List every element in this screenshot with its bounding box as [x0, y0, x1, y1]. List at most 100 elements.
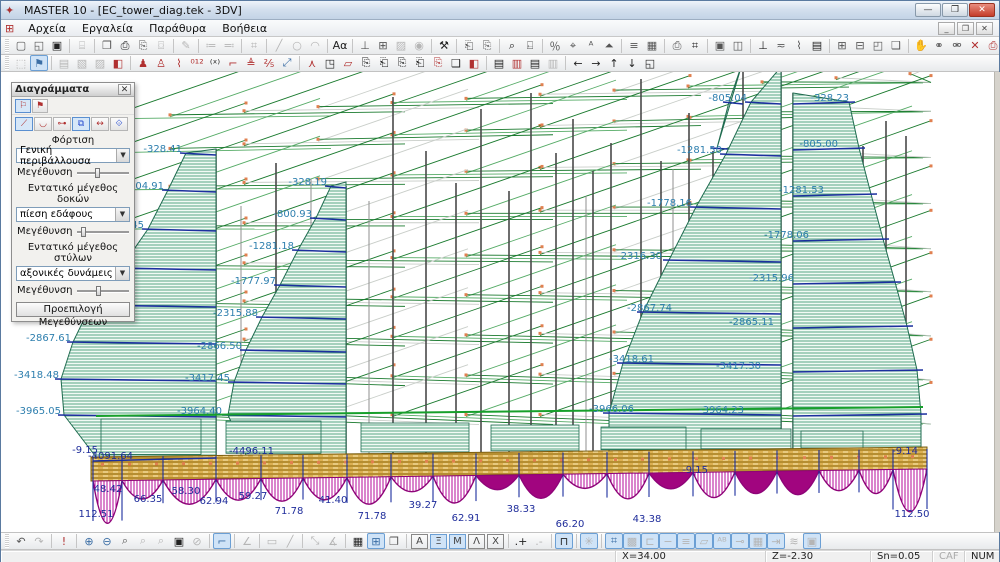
elt-tool-icon[interactable]: ⊞: [374, 38, 392, 54]
cube-red-icon[interactable]: ◧: [465, 55, 483, 71]
snap-wave-icon[interactable]: ≋: [785, 533, 803, 549]
zoom-window-icon[interactable]: ⌕: [116, 533, 134, 549]
open-file-icon[interactable]: ◱: [30, 38, 48, 54]
columns-zoom-slider[interactable]: [77, 287, 129, 295]
doc-edit-icon[interactable]: ⍇: [521, 38, 539, 54]
tools-hammer-icon[interactable]: ⚒: [435, 38, 453, 54]
loading-zoom-slider[interactable]: [77, 169, 129, 177]
menu-Παράθυρα[interactable]: Παράθυρα: [141, 21, 214, 36]
snap-edge-icon[interactable]: ⊏: [641, 533, 659, 549]
chart-shear-icon[interactable]: ▧: [73, 55, 91, 71]
diag-arrow-icon[interactable]: ↔: [91, 117, 109, 131]
chart-axial-icon[interactable]: ▨: [91, 55, 109, 71]
edit-pencil-icon[interactable]: ✎: [177, 38, 195, 54]
diag-combo-icon[interactable]: ⟐: [110, 117, 128, 131]
comment-icon[interactable]: ❑: [887, 38, 905, 54]
support-1-icon[interactable]: ⊥: [754, 38, 772, 54]
balloon-icon[interactable]: ❑: [447, 55, 465, 71]
support-3-icon[interactable]: ⌇: [790, 38, 808, 54]
beams-select[interactable]: πίεση εδάφους ▼: [16, 207, 130, 222]
snap-mid-icon[interactable]: −: [659, 533, 677, 549]
point-plus-icon[interactable]: .+: [512, 533, 530, 549]
diag-hide-icon[interactable]: ⚑: [32, 99, 48, 113]
measure-line-icon[interactable]: ╱: [281, 533, 299, 549]
mouse-mode-icon[interactable]: ⊓: [555, 533, 573, 549]
beams-zoom-slider[interactable]: [77, 228, 129, 236]
clipboard-red-icon[interactable]: ⎘: [429, 55, 447, 71]
level-b-icon[interactable]: ⏶: [600, 38, 618, 54]
attach-icon[interactable]: ⌖: [564, 38, 582, 54]
toolbar-grip[interactable]: [5, 56, 9, 70]
link-b-icon[interactable]: ⚮: [948, 38, 966, 54]
slider-thumb[interactable]: [96, 286, 101, 296]
sum-tool-icon[interactable]: ≡: [625, 38, 643, 54]
frame-view-icon[interactable]: ⊟: [851, 38, 869, 54]
label-xy-icon[interactable]: ⁽ˣ⁾: [206, 55, 224, 71]
snap-image-icon[interactable]: ▩: [623, 533, 641, 549]
zoom-scale-icon[interactable]: ⌕: [152, 533, 170, 549]
restore-button[interactable]: ❐: [942, 3, 968, 17]
pan-hand-icon[interactable]: ✋: [912, 38, 930, 54]
diag-moment-icon[interactable]: ⟋: [15, 117, 33, 131]
member-red-icon[interactable]: ⋏: [303, 55, 321, 71]
chart-moment-icon[interactable]: ▤: [55, 55, 73, 71]
diag-mirror-icon[interactable]: ⧉: [72, 117, 90, 131]
solid-model-icon[interactable]: ◧: [109, 55, 127, 71]
palette-title-bar[interactable]: Διαγράμματα ✕: [12, 83, 134, 97]
percent-icon[interactable]: ％: [546, 38, 564, 54]
pan-right-icon[interactable]: →: [587, 55, 605, 71]
tables-icon[interactable]: ⌗: [686, 38, 704, 54]
loading-select[interactable]: Γενική περιβάλλουσα ▼: [16, 148, 130, 163]
pan-up-icon[interactable]: ↑: [605, 55, 623, 71]
snap-box-icon[interactable]: ▣: [803, 533, 821, 549]
draw-line-icon[interactable]: ╱: [270, 38, 288, 54]
menu-Βοήθεια[interactable]: Βοήθεια: [214, 21, 275, 36]
open-view-icon[interactable]: ◱: [641, 55, 659, 71]
letter-M-icon[interactable]: M: [449, 534, 466, 549]
protractor-icon[interactable]: ∡: [324, 533, 342, 549]
frame-edit-icon[interactable]: ⊞: [833, 38, 851, 54]
zoom-previous-icon[interactable]: ⊘: [188, 533, 206, 549]
find-doc-icon[interactable]: ⌕: [503, 38, 521, 54]
clipboard-3-icon[interactable]: ⎘: [393, 55, 411, 71]
print-red-icon[interactable]: ⎙: [984, 38, 1000, 54]
transfer-out-icon[interactable]: ⎗: [460, 38, 478, 54]
measure-icon[interactable]: ▭: [263, 533, 281, 549]
hatch-tool-icon[interactable]: ▨: [392, 38, 410, 54]
text-tool-icon[interactable]: Aα: [331, 38, 349, 54]
menu-Αρχεία[interactable]: Αρχεία: [20, 21, 74, 36]
label-vec-icon[interactable]: ⤢: [278, 55, 296, 71]
mdi-minimize-button[interactable]: _: [938, 22, 955, 35]
clipboard-1-icon[interactable]: ⎘: [357, 55, 375, 71]
toolbar-grip[interactable]: [5, 534, 9, 548]
diag-show-icon[interactable]: ⚐: [15, 99, 31, 113]
chevron-down-icon[interactable]: ▼: [116, 149, 129, 162]
chevron-down-icon[interactable]: ▼: [115, 208, 129, 221]
new-file-icon[interactable]: ▢: [12, 38, 30, 54]
select-region-icon[interactable]: ⬚: [12, 55, 30, 71]
letter-A-icon[interactable]: A: [411, 534, 428, 549]
delete-red-icon[interactable]: ✕: [966, 38, 984, 54]
print-batch-icon[interactable]: ⎙: [668, 38, 686, 54]
cube-view-icon[interactable]: ◳: [321, 55, 339, 71]
redo-icon[interactable]: ↷: [30, 533, 48, 549]
zoom-in-icon[interactable]: ⊕: [80, 533, 98, 549]
palette-close-icon[interactable]: ✕: [118, 84, 131, 95]
calc-tool-icon[interactable]: ▦: [643, 38, 661, 54]
angle-snap-icon[interactable]: ∠: [238, 533, 256, 549]
diag-axial-icon[interactable]: ⊶: [53, 117, 71, 131]
label-frac-icon[interactable]: ⅖: [260, 55, 278, 71]
zoom-out-icon[interactable]: ⊖: [98, 533, 116, 549]
clipboard-2-icon[interactable]: ⎗: [375, 55, 393, 71]
beam-3-icon[interactable]: ▤: [526, 55, 544, 71]
transfer-in-icon[interactable]: ⎘: [478, 38, 496, 54]
snap-end-icon[interactable]: ⇥: [767, 533, 785, 549]
clipboard-4-icon[interactable]: ⎗: [411, 55, 429, 71]
chevron-down-icon[interactable]: ▼: [115, 267, 129, 280]
list-layers-icon[interactable]: ≕: [220, 38, 238, 54]
letter-X-icon[interactable]: X: [487, 534, 504, 549]
print-preview-icon[interactable]: ⎘: [134, 38, 152, 54]
menu-Εργαλεία[interactable]: Εργαλεία: [74, 21, 141, 36]
pan-down-icon[interactable]: ↓: [623, 55, 641, 71]
ortho-corner-icon[interactable]: ⌐: [213, 533, 231, 549]
